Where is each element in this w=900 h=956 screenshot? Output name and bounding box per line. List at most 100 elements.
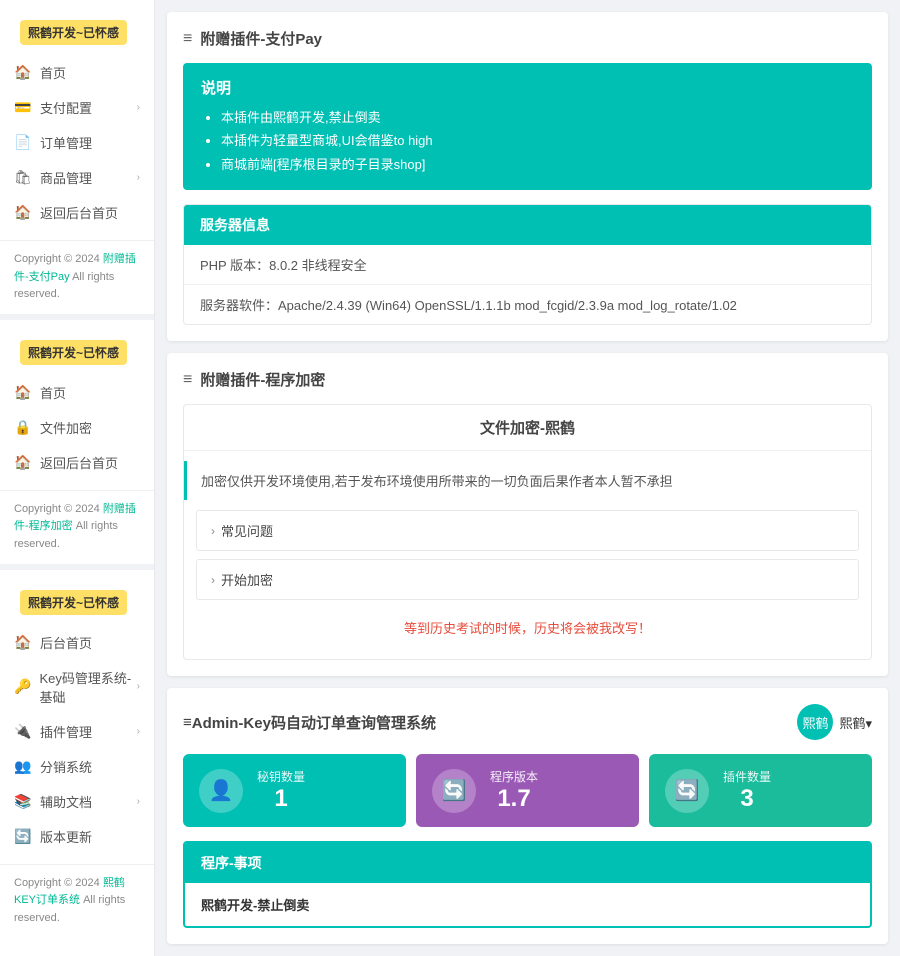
start-label: 开始加密 [221,570,273,589]
program-items-box: 程序-事项 熙鹤开发-禁止倒卖 [183,841,872,928]
faq-label: 常见问题 [221,521,273,540]
dashboard-icon: 🏠 [14,633,32,651]
orders-icon: 📄 [14,134,32,152]
info-box-pay: 说明 本插件由熙鹤开发,禁止倒卖 本插件为轻量型商城,UI会借鉴to high … [183,63,872,190]
info-item-3: 商城前端[程序根目录的子目录shop] [221,153,854,176]
encrypt-warning: 加密仅供开发环境使用,若于发布环境使用所带来的一切负面后果作者本人暂不承担 [184,461,871,500]
sidebar-label-back-2: 返回后台首页 [40,453,118,472]
panel-pay: ≡ 附赠插件-支付Pay 说明 本插件由熙鹤开发,禁止倒卖 本插件为轻量型商城,… [167,12,888,341]
stat-card-plugins: 🔄 插件数量 3 [649,754,872,827]
stat-card-version: 🔄 程序版本 1.7 [416,754,639,827]
sidebar-item-update[interactable]: 🔄 版本更新 [0,819,154,854]
key-icon: 🔑 [14,678,31,696]
sidebar-section-3: 熙鹤开发~已怀感 🏠 后台首页 🔑 Key码管理系统-基础 › 🔌 插件管理 ›… [0,570,154,938]
panel-admin-key: ≡ Admin-Key码自动订单查询管理系统 熙鹤 熙鹤▾ 👤 秘钥数量 1 🔄… [167,688,888,944]
version-icon: 🔄 [432,769,476,813]
sidebar-label-keymanage: Key码管理系统-基础 [39,668,136,706]
sidebar-copyright-2: Copyright © 2024 附赠插件-程序加密 All rights re… [0,490,154,564]
sidebar-item-keymanage[interactable]: 🔑 Key码管理系统-基础 › [0,660,154,714]
sidebar-logo-1: 熙鹤开发~已怀感 [20,20,127,45]
secrets-value: 1 [274,785,287,813]
sidebar-label-orders: 订单管理 [40,133,92,152]
products-arrow: › [137,172,140,183]
sidebar-item-home-2[interactable]: 🏠 首页 [0,375,154,410]
sidebar-item-distribution[interactable]: 👥 分销系统 [0,749,154,784]
sidebar-logo-3: 熙鹤开发~已怀感 [20,590,127,615]
sidebar-item-back-2[interactable]: 🏠 返回后台首页 [0,445,154,480]
menu-icon-encrypt: ≡ [183,371,192,389]
sidebar-menu-1: 🏠 首页 💳 支付配置 › 📄 订单管理 🛍 商品管理 › 🏠 返回后台首页 [0,49,154,236]
admin-key-header: ≡ Admin-Key码自动订单查询管理系统 熙鹤 熙鹤▾ [183,704,872,740]
sidebar-item-dashboard[interactable]: 🏠 后台首页 [0,625,154,660]
sidebar-item-home-1[interactable]: 🏠 首页 [0,55,154,90]
info-box-heading: 说明 [201,77,854,98]
sidebar-copyright-3: Copyright © 2024 熙鹤KEY订单系统 All rights re… [0,864,154,938]
home-icon-1: 🏠 [14,64,32,82]
stat-card-secrets: 👤 秘钥数量 1 [183,754,406,827]
sidebar-label-update: 版本更新 [40,827,92,846]
encrypt-content-box: 文件加密-熙鹤 加密仅供开发环境使用,若于发布环境使用所带来的一切负面后果作者本… [183,404,872,660]
info-item-1: 本插件由熙鹤开发,禁止倒卖 [221,106,854,129]
version-label: 程序版本 [490,768,538,785]
payment-arrow: › [137,102,140,113]
admin-key-title: Admin-Key码自动订单查询管理系统 [192,712,436,733]
sidebar-item-plugins[interactable]: 🔌 插件管理 › [0,714,154,749]
back-icon-2: 🏠 [14,453,32,471]
sidebar-menu-3: 🏠 后台首页 🔑 Key码管理系统-基础 › 🔌 插件管理 › 👥 分销系统 📚… [0,619,154,860]
sidebar-menu-2: 🏠 首页 🔒 文件加密 🏠 返回后台首页 [0,369,154,486]
plugins-arrow: › [137,726,140,737]
sidebar-item-back-1[interactable]: 🏠 返回后台首页 [0,195,154,230]
panel-encrypt-header: ≡ 附赠插件-程序加密 [183,369,872,390]
keymanage-arrow: › [137,681,140,692]
update-icon: 🔄 [14,827,32,845]
sidebar-item-products[interactable]: 🛍 商品管理 › [0,160,154,195]
sidebar-label-payment: 支付配置 [40,98,92,117]
sidebar-label-dashboard: 后台首页 [40,633,92,652]
sidebar-item-encrypt[interactable]: 🔒 文件加密 [0,410,154,445]
sidebar-item-orders[interactable]: 📄 订单管理 [0,125,154,160]
sidebar-logo-2: 熙鹤开发~已怀感 [20,340,127,365]
server-info-row-php: PHP 版本：8.0.2 非线程安全 [184,245,871,285]
plugins-icon: 🔌 [14,722,32,740]
encrypt-icon: 🔒 [14,418,32,436]
plugins-stat-icon: 🔄 [665,769,709,813]
user-dropdown[interactable]: 熙鹤 熙鹤▾ [797,704,872,740]
server-info-title: 服务器信息 [184,205,871,245]
sidebar-item-payment[interactable]: 💳 支付配置 › [0,90,154,125]
start-encrypt-item[interactable]: › 开始加密 [196,559,859,600]
home-icon-2: 🏠 [14,383,32,401]
sidebar-label-encrypt: 文件加密 [40,418,92,437]
sidebar-label-distribution: 分销系统 [40,757,92,776]
encrypt-alert: 等到历史考试的时候，历史将会被我改写！ [196,608,859,647]
encrypt-file-title: 文件加密-熙鹤 [184,405,871,451]
program-items-body: 熙鹤开发-禁止倒卖 [185,883,870,926]
sidebar-label-back-1: 返回后台首页 [40,203,118,222]
docs-arrow: › [137,796,140,807]
plugins-stat-info: 插件数量 3 [723,768,771,813]
encrypt-collapsibles: › 常见问题 › 开始加密 等到历史考试的时候，历史将会被我改写！ [184,510,871,659]
secrets-label: 秘钥数量 [257,768,305,785]
panel-pay-header: ≡ 附赠插件-支付Pay [183,28,872,49]
panel-encrypt-title: 附赠插件-程序加密 [200,369,325,390]
menu-icon-admin: ≡ [183,714,192,731]
faq-item[interactable]: › 常见问题 [196,510,859,551]
sidebar-copyright-1: Copyright © 2024 附赠插件-支付Pay All rights r… [0,240,154,314]
version-value: 1.7 [497,785,530,813]
secrets-info: 秘钥数量 1 [257,768,305,813]
version-info: 程序版本 1.7 [490,768,538,813]
docs-icon: 📚 [14,792,32,810]
panel-encrypt: ≡ 附赠插件-程序加密 文件加密-熙鹤 加密仅供开发环境使用,若于发布环境使用所… [167,353,888,676]
sidebar-section-1: 熙鹤开发~已怀感 🏠 首页 💳 支付配置 › 📄 订单管理 🛍 商品管理 › [0,0,154,314]
secrets-icon: 👤 [199,769,243,813]
sidebar-label-home-2: 首页 [40,383,66,402]
plugins-stat-value: 3 [740,785,753,813]
server-info-row-apache: 服务器软件：Apache/2.4.39 (Win64) OpenSSL/1.1.… [184,285,871,324]
sidebar-item-docs[interactable]: 📚 辅助文档 › [0,784,154,819]
sidebar-container: 熙鹤开发~已怀感 🏠 首页 💳 支付配置 › 📄 订单管理 🛍 商品管理 › [0,0,155,956]
payment-icon: 💳 [14,99,32,117]
info-item-2: 本插件为轻量型商城,UI会借鉴to high [221,129,854,152]
sidebar-section-2: 熙鹤开发~已怀感 🏠 首页 🔒 文件加密 🏠 返回后台首页 Copyright … [0,320,154,564]
sidebar-label-home-1: 首页 [40,63,66,82]
info-box-list: 本插件由熙鹤开发,禁止倒卖 本插件为轻量型商城,UI会借鉴to high 商城前… [201,106,854,176]
sidebar-label-docs: 辅助文档 [40,792,92,811]
